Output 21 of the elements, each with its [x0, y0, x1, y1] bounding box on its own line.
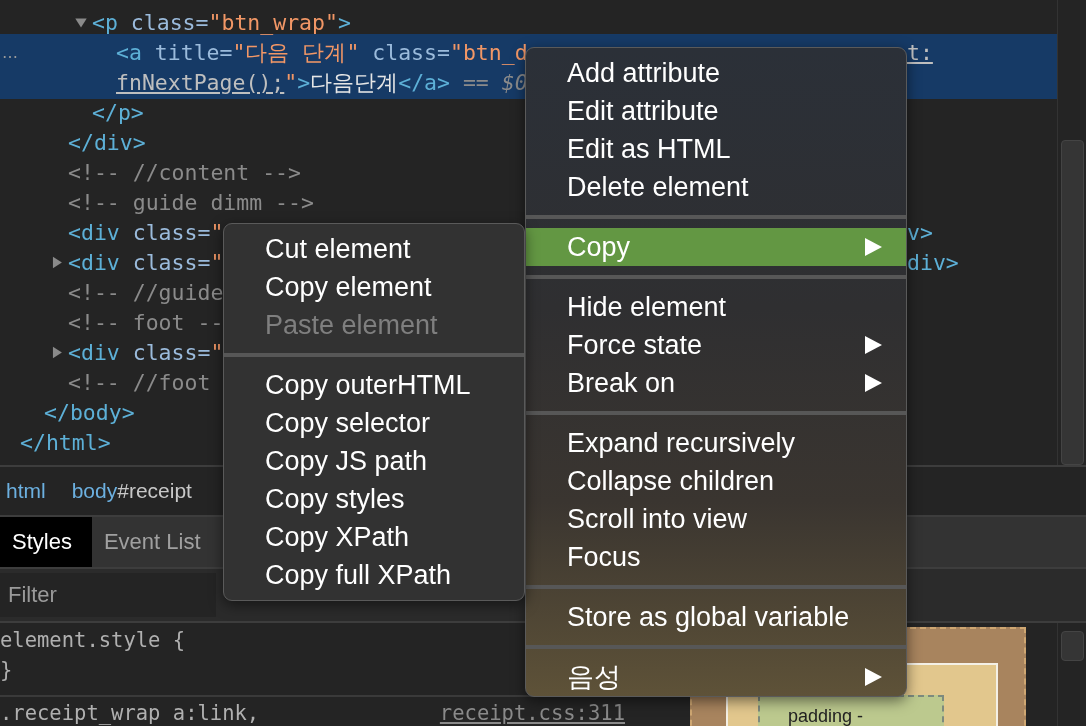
code-line: <!-- //foot: [68, 369, 212, 395]
code-line: <div class=": [68, 219, 224, 245]
code-line: <a title="다음 단계" class="btn_d: [116, 38, 528, 67]
code-line: <div class=": [68, 249, 224, 275]
code-line: <!-- //content -->: [68, 159, 301, 185]
code-line: v>: [907, 219, 933, 245]
code-line: <p class="btn_wrap">: [92, 9, 351, 35]
code-line: <div class=": [68, 339, 224, 365]
code-line: </body>: [44, 399, 135, 425]
code-line: div>: [907, 249, 959, 275]
code-line: </html>: [20, 429, 111, 455]
code-line: <!-- guide dimm -->: [68, 189, 314, 215]
code-line: <!-- //guide: [68, 279, 224, 305]
css-rule-text: .receipt_wrap a:link,: [0, 704, 260, 723]
code-line: </p>: [92, 99, 144, 125]
code-line: <!-- foot --: [68, 309, 224, 335]
css-rule-text: element.style {: [0, 630, 186, 650]
css-rule-text: }: [0, 660, 13, 680]
padding-label: padding -: [788, 707, 864, 725]
code-line: t:: [907, 39, 933, 65]
code-line: </div>: [68, 129, 146, 155]
